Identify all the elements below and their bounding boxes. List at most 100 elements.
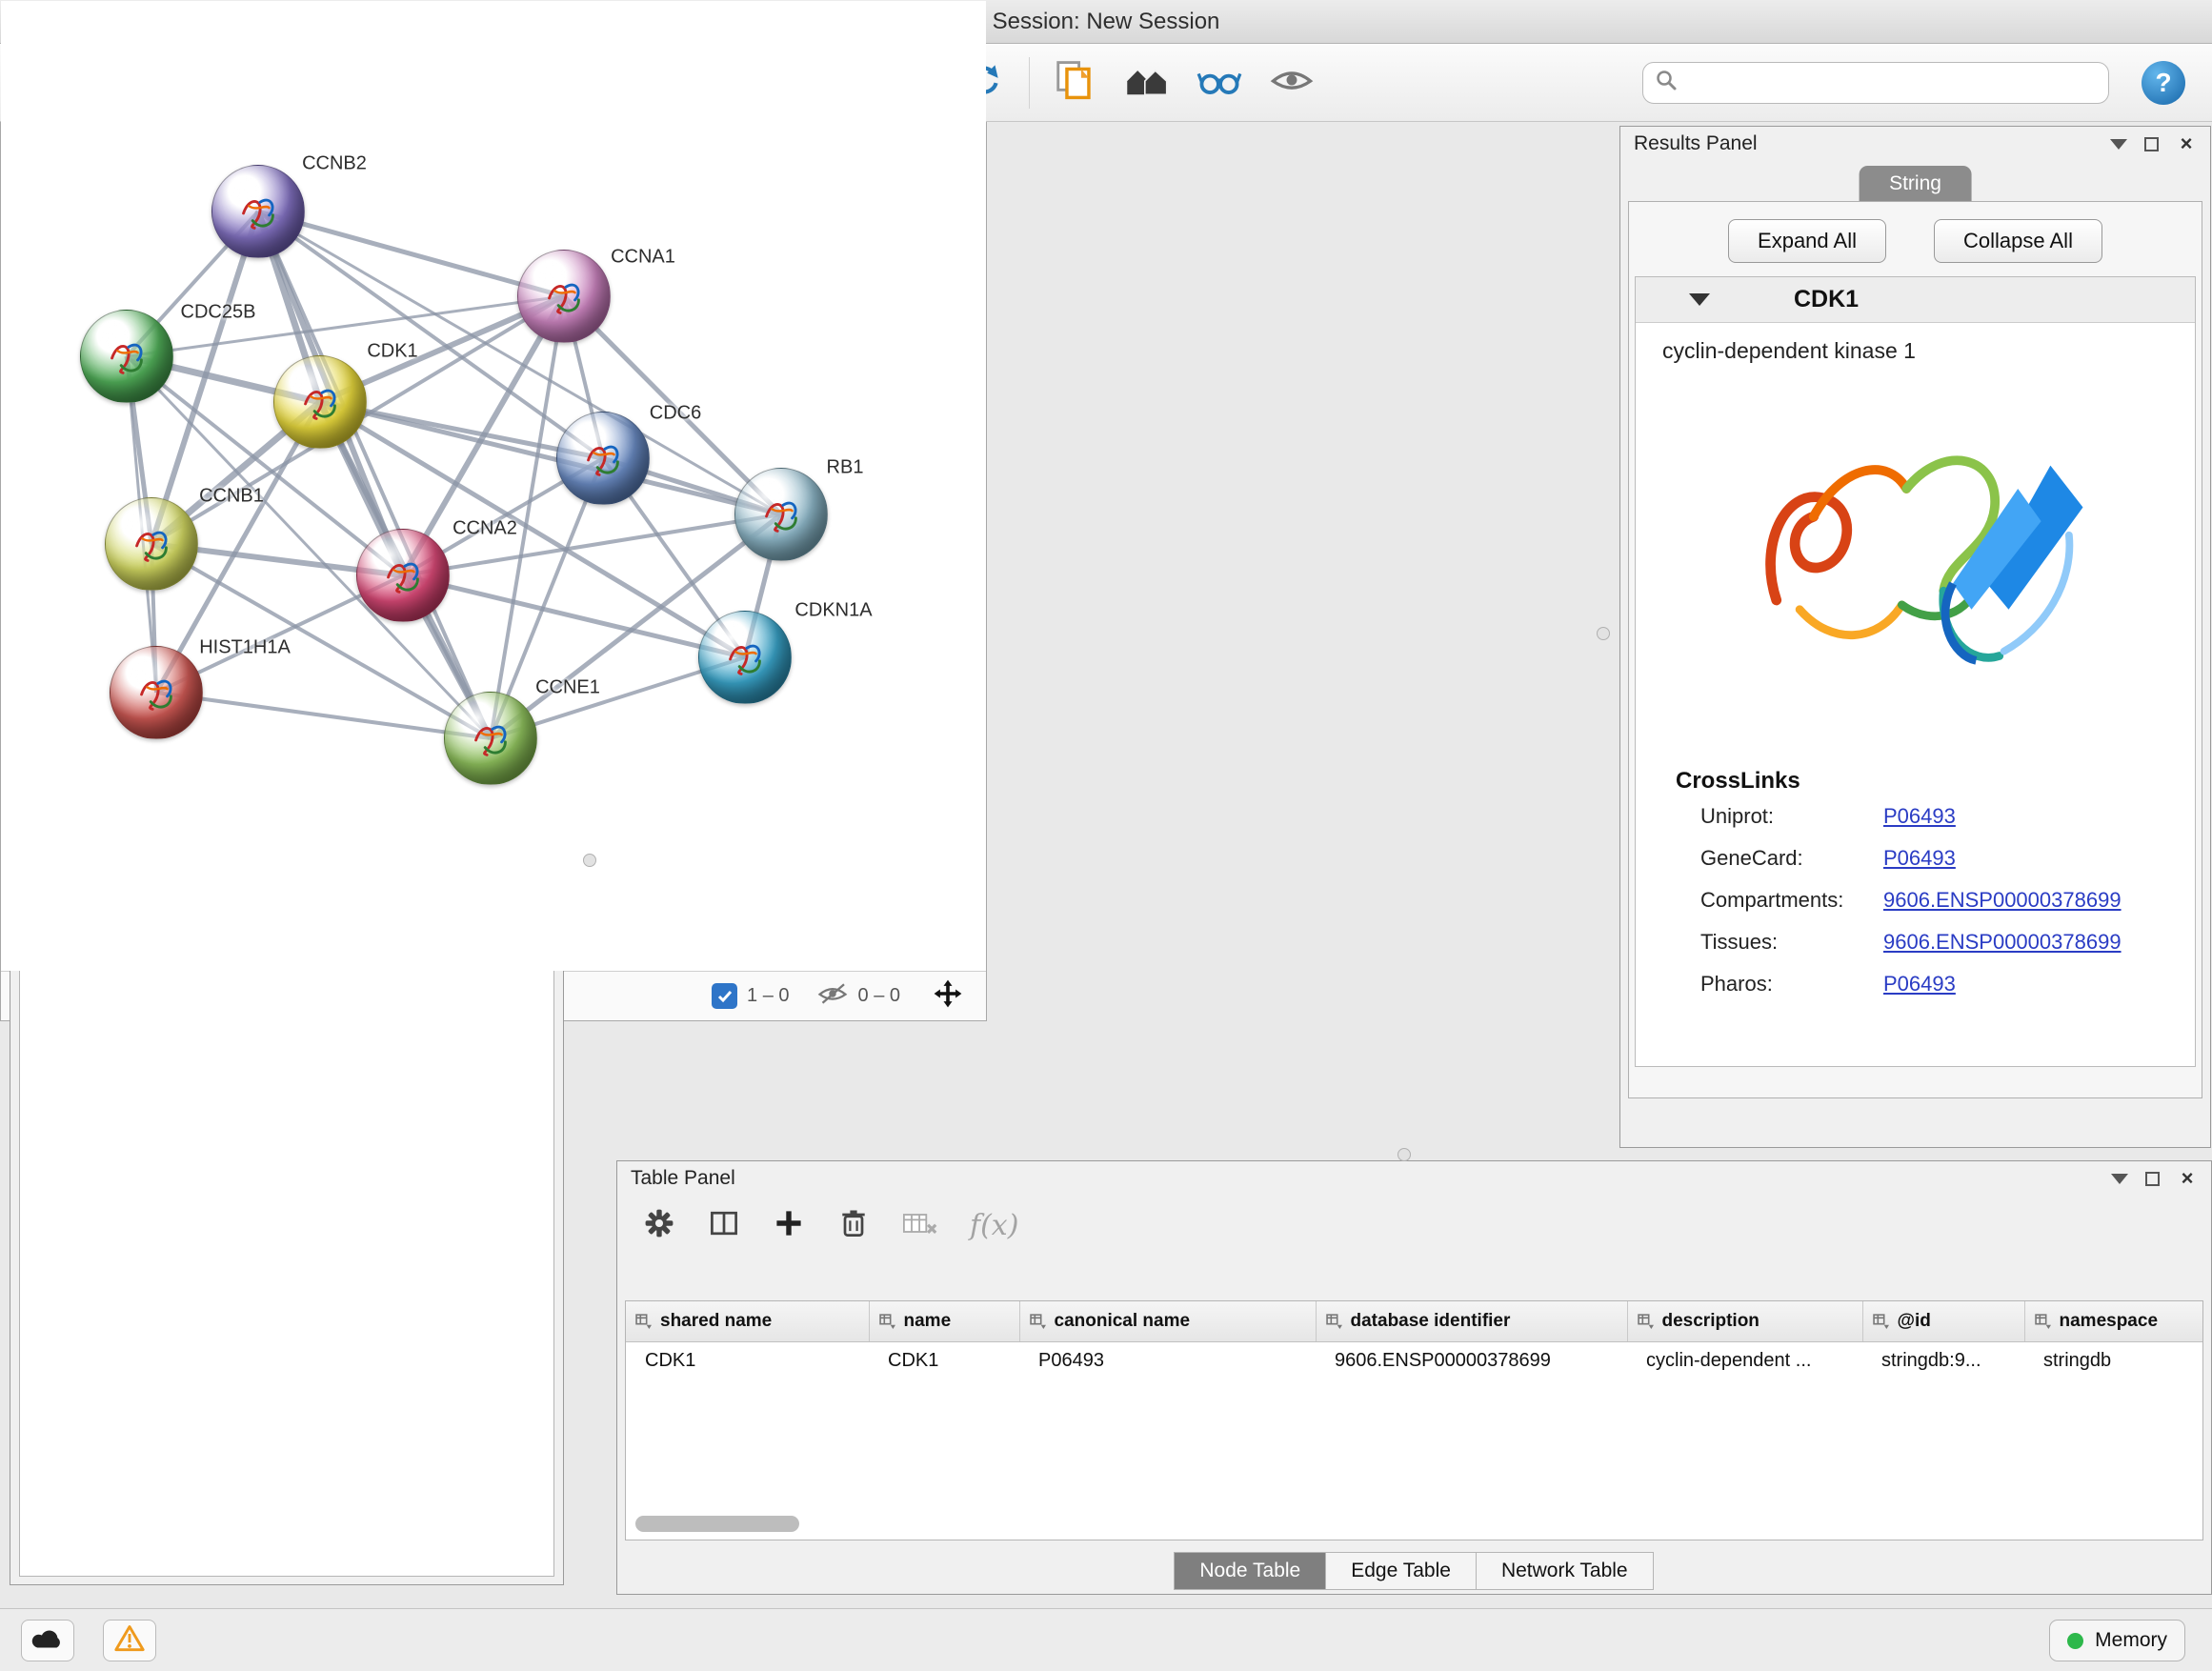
protein-section-header[interactable]: CDK1 [1636, 277, 2195, 323]
network-node-cdk1[interactable] [273, 355, 367, 449]
search-field[interactable] [1642, 62, 2109, 104]
crosslink-link[interactable]: P06493 [1883, 804, 1956, 829]
string-results-box: Expand All Collapse All CDK1 cyclin-depe… [1628, 201, 2202, 1098]
network-node-label: RB1 [827, 457, 864, 479]
crosslink-row: Uniprot: P06493 [1700, 804, 2195, 829]
houses-icon [1124, 59, 1170, 106]
panel-menu-icon[interactable] [2110, 139, 2127, 150]
network-edge[interactable] [258, 211, 491, 738]
splitter-handle[interactable] [1597, 627, 1610, 640]
network-node-ccnb1[interactable] [105, 497, 198, 591]
column-header[interactable]: namespace [2024, 1301, 2203, 1341]
network-node-ccna1[interactable] [517, 250, 611, 343]
table-cell[interactable]: CDK1 [869, 1341, 1019, 1379]
network-node-label: CDC25B [181, 302, 256, 324]
crosslink-row: Compartments: 9606.ENSP00000378699 [1700, 888, 2195, 913]
table-cell[interactable]: CDK1 [626, 1341, 869, 1379]
memory-button[interactable]: Memory [2049, 1620, 2185, 1661]
crosslink-row: Tissues: 9606.ENSP00000378699 [1700, 930, 2195, 955]
network-node-rb1[interactable] [734, 468, 828, 561]
column-header[interactable]: canonical name [1019, 1301, 1316, 1341]
table-panel: Table Panel × f(x) shared name [616, 1160, 2212, 1595]
crosslink-link[interactable]: 9606.ENSP00000378699 [1883, 930, 2122, 955]
show-columns-icon[interactable] [707, 1206, 741, 1245]
splitter-handle[interactable] [1398, 1148, 1411, 1161]
network-node-label: CCNA2 [452, 518, 517, 540]
column-header[interactable]: shared name [626, 1301, 869, 1341]
network-node-ccne1[interactable] [444, 692, 537, 785]
close-panel-icon[interactable]: × [2176, 133, 2197, 154]
crosslink-label: Tissues: [1700, 930, 1883, 955]
results-panel: Results Panel × String Expand All Collap… [1619, 126, 2211, 1148]
column-header[interactable]: database identifier [1316, 1301, 1627, 1341]
network-node-hist1h1a[interactable] [110, 646, 203, 739]
tab-node-table[interactable]: Node Table [1174, 1552, 1326, 1590]
memory-status-icon [2067, 1633, 2083, 1649]
float-panel-icon[interactable] [2144, 137, 2159, 151]
float-panel-icon[interactable] [2145, 1172, 2160, 1186]
splitter-handle[interactable] [583, 854, 596, 867]
protein-section: CDK1 cyclin-dependent kinase 1 [1635, 276, 2196, 1067]
close-panel-icon[interactable]: × [2177, 1168, 2198, 1189]
copy-style-button[interactable] [1045, 53, 1104, 112]
glasses-icon [1196, 59, 1242, 106]
network-node-label: CDKN1A [794, 600, 872, 622]
collapse-all-button[interactable]: Collapse All [1934, 219, 2102, 263]
crosslink-link[interactable]: P06493 [1883, 846, 1956, 871]
tab-edge-table[interactable]: Edge Table [1325, 1552, 1477, 1590]
network-edges [1, 1, 986, 971]
selected-nodes-checkbox-icon[interactable] [712, 983, 737, 1009]
network-view-panel: CCNB2CCNA1CDC25BCDK1CDC6RB1CCNB1CCNA2CDK… [0, 0, 987, 1021]
help-button[interactable]: ? [2142, 61, 2185, 105]
add-column-icon[interactable] [772, 1206, 806, 1245]
expand-all-button[interactable]: Expand All [1728, 219, 1886, 263]
panel-menu-icon[interactable] [2111, 1174, 2128, 1184]
table-cell[interactable]: stringdb:9... [1862, 1341, 2024, 1379]
table-cell[interactable]: P06493 [1019, 1341, 1316, 1379]
status-bar: Memory [0, 1608, 2212, 1671]
layout-tools-button[interactable] [1117, 53, 1176, 112]
cloud-icon [30, 1625, 66, 1657]
network-node-label: CDK1 [367, 341, 417, 363]
network-node-cdc6[interactable] [556, 412, 650, 505]
delete-column-icon[interactable] [836, 1206, 871, 1245]
horizontal-scrollbar[interactable] [635, 1516, 799, 1532]
network-node-cdc25b[interactable] [80, 310, 173, 403]
column-header[interactable]: @id [1862, 1301, 2024, 1341]
clear-table-icon [901, 1206, 939, 1245]
show-hide-button[interactable] [1262, 53, 1321, 112]
eye-icon [1269, 59, 1315, 106]
table-cell[interactable]: stringdb [2024, 1341, 2203, 1379]
search-input[interactable] [1685, 71, 2097, 94]
network-node-label: CCNB1 [199, 486, 264, 508]
warnings-button[interactable] [103, 1620, 156, 1661]
table-cell[interactable]: cyclin-dependent ... [1627, 1341, 1862, 1379]
table-cell[interactable]: 9606.ENSP00000378699 [1316, 1341, 1627, 1379]
filter-view-button[interactable] [1190, 53, 1249, 112]
crosslink-link[interactable]: P06493 [1883, 972, 1956, 997]
column-header[interactable]: name [869, 1301, 1019, 1341]
hidden-counts: 0 – 0 [858, 985, 900, 1007]
tab-network-table[interactable]: Network Table [1476, 1552, 1654, 1590]
crosslink-link[interactable]: 9606.ENSP00000378699 [1883, 888, 2122, 913]
network-node-ccna2[interactable] [356, 529, 450, 622]
search-icon [1655, 69, 1678, 96]
hidden-eye-icon[interactable] [816, 979, 849, 1013]
collapse-section-icon[interactable] [1689, 293, 1710, 306]
table-tabs: Node Table Edge Table Network Table [617, 1552, 2211, 1590]
pan-move-icon[interactable] [931, 976, 965, 1016]
results-panel-title: Results Panel [1634, 132, 1758, 155]
tab-string[interactable]: String [1859, 166, 1972, 202]
crosslink-label: Compartments: [1700, 888, 1883, 913]
table-options-gear-icon[interactable] [642, 1206, 676, 1245]
application-window: Session: New Session [0, 0, 2212, 1671]
column-header[interactable]: description [1627, 1301, 1862, 1341]
network-node-cdkn1a[interactable] [698, 611, 792, 704]
table-row[interactable]: CDK1 CDK1 P06493 9606.ENSP00000378699 cy… [626, 1341, 2203, 1379]
network-node-ccnb2[interactable] [211, 165, 305, 258]
network-edge[interactable] [156, 693, 491, 738]
protein-name: CDK1 [1794, 286, 1859, 313]
selected-counts: 1 – 0 [747, 985, 789, 1007]
cloud-button[interactable] [21, 1620, 74, 1661]
network-canvas[interactable]: CCNB2CCNA1CDC25BCDK1CDC6RB1CCNB1CCNA2CDK… [1, 1, 986, 971]
